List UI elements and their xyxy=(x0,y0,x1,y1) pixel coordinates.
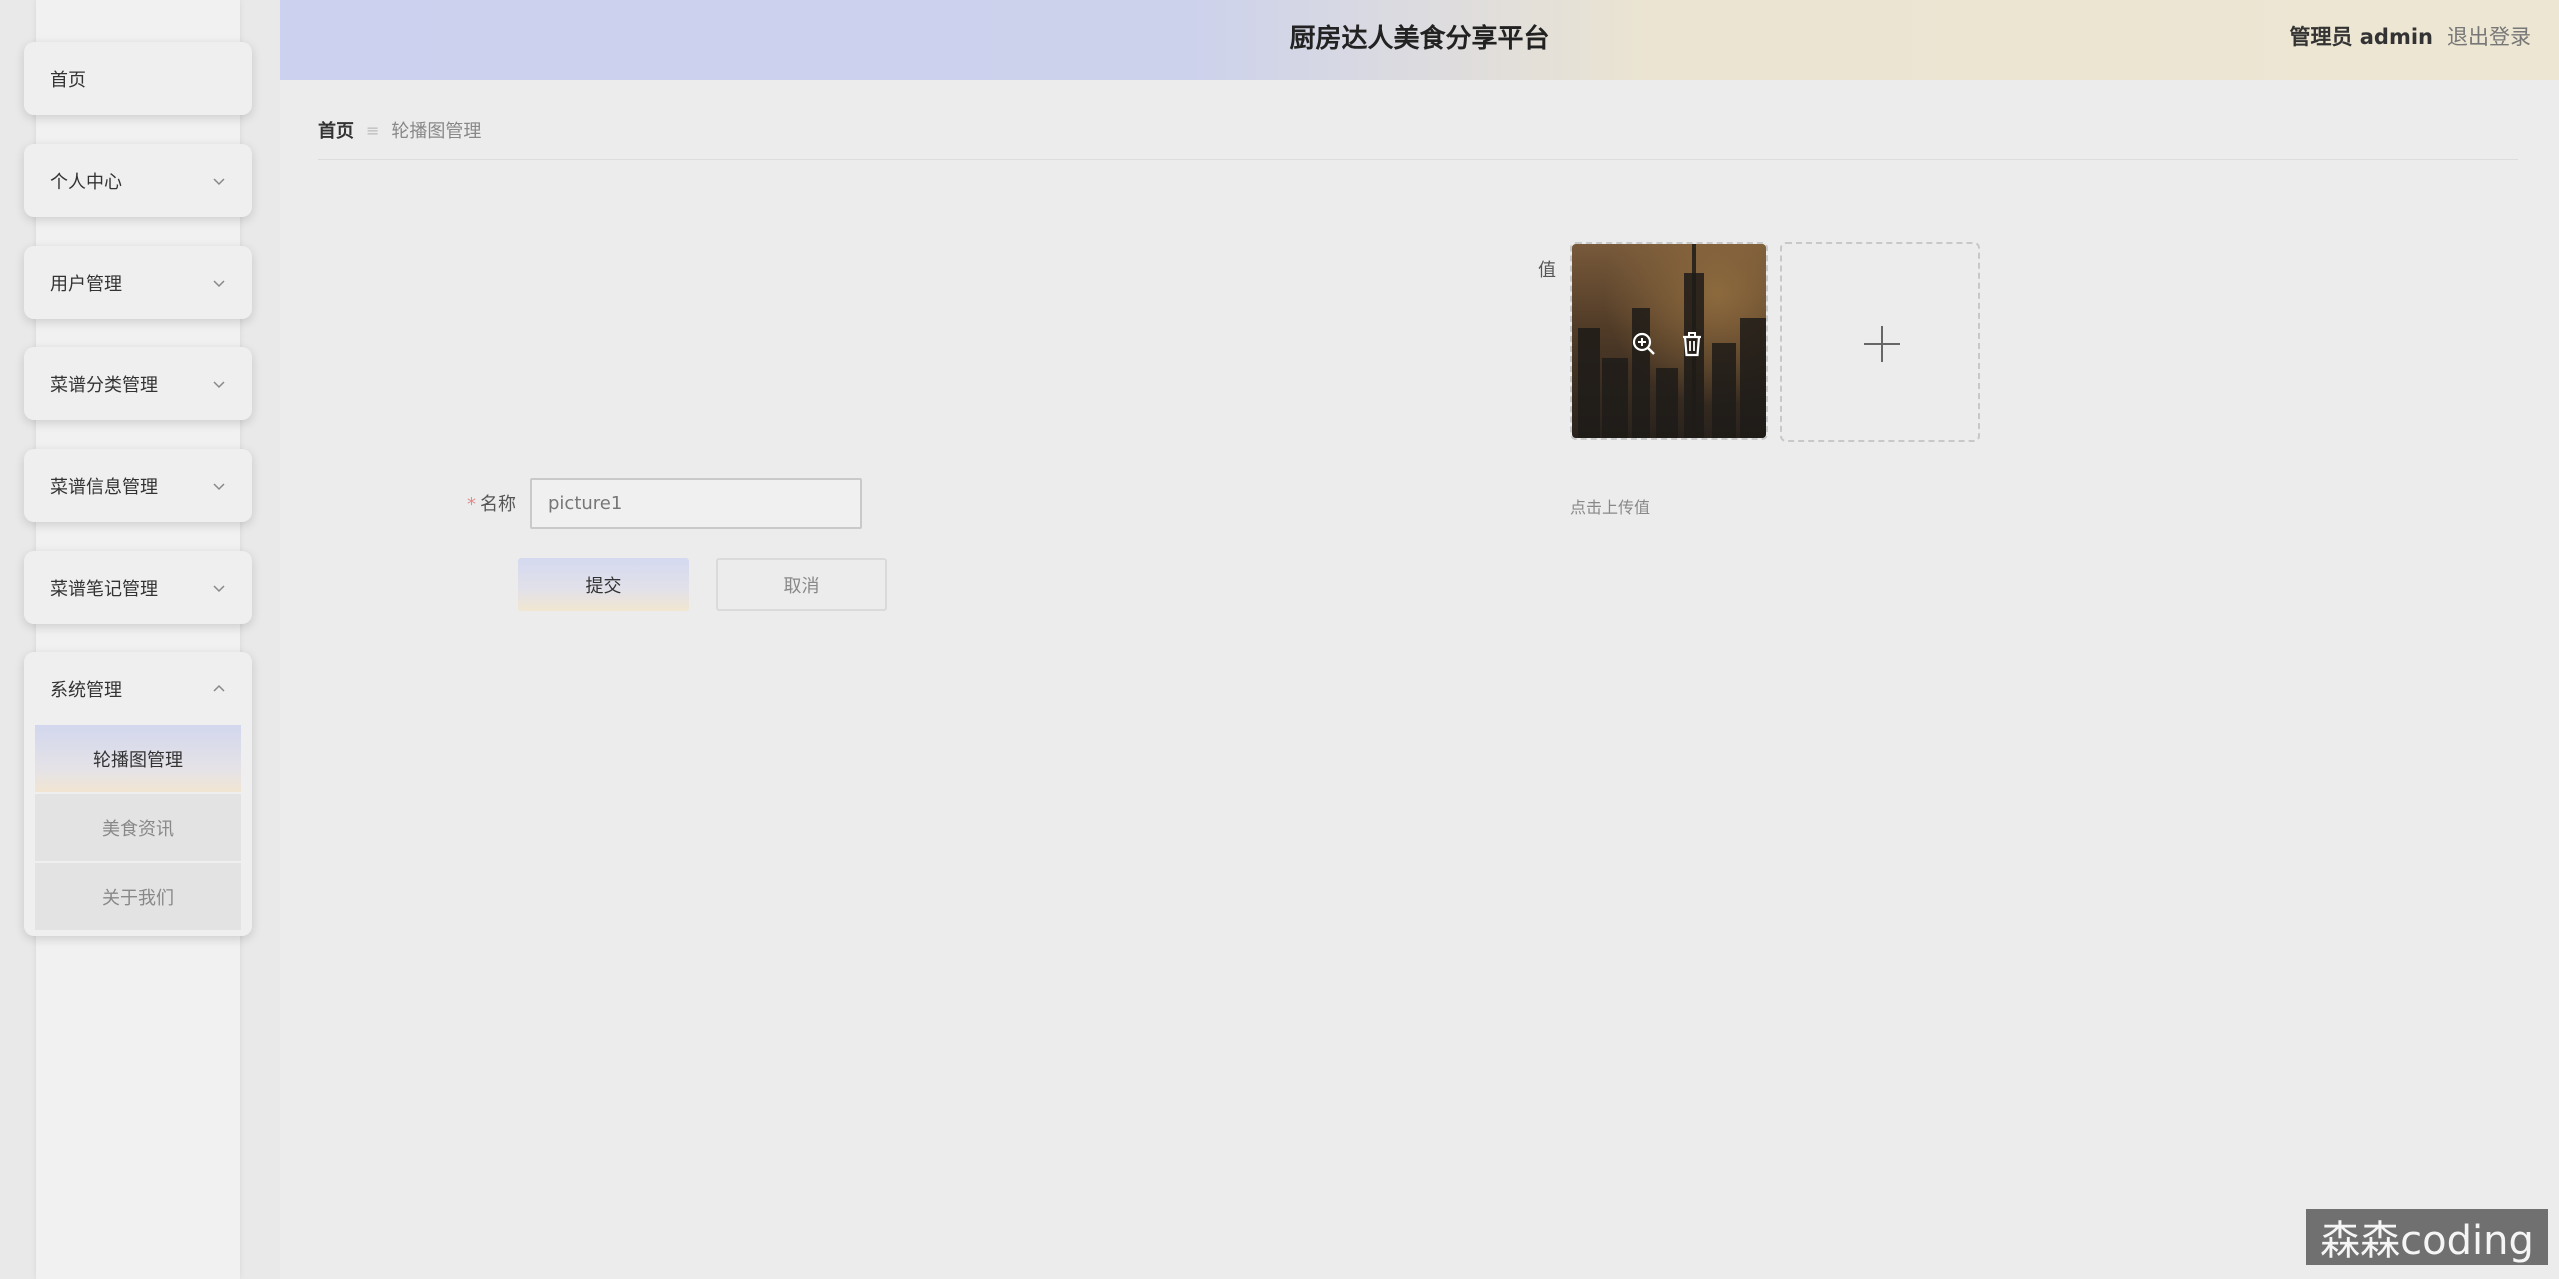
logout-link[interactable]: 退出登录 xyxy=(2447,21,2531,51)
value-field-label: 值 xyxy=(1538,260,1556,281)
top-header: 厨房达人美食分享平台 管理员 admin 退出登录 xyxy=(280,0,2559,80)
chevron-up-icon xyxy=(213,684,225,692)
name-input[interactable] xyxy=(530,478,862,529)
user-area: 管理员 admin 退出登录 xyxy=(2289,0,2531,72)
breadcrumb-home[interactable]: 首页 xyxy=(318,117,354,143)
sidebar-item-recipe-notes[interactable]: 菜谱笔记管理 xyxy=(24,551,252,624)
breadcrumb: 首页 ≡ 轮播图管理 xyxy=(318,116,481,144)
app-title: 厨房达人美食分享平台 xyxy=(1289,23,1550,54)
chevron-down-icon xyxy=(213,177,225,185)
sidebar-item-label: 菜谱分类管理 xyxy=(50,374,158,396)
sidebar-item-home[interactable]: 首页 xyxy=(24,42,252,115)
sidebar-item-personal-center[interactable]: 个人中心 xyxy=(24,144,252,217)
upload-hint: 点击上传值 xyxy=(1570,498,1651,517)
sidebar: 首页 个人中心 用户管理 菜谱分类管理 菜谱信息管理 菜谱笔记管理 系统管理 轮… xyxy=(0,0,280,1279)
thumbnail-hover-overlay xyxy=(1572,244,1766,438)
breadcrumb-current: 轮播图管理 xyxy=(391,121,482,142)
submenu-item-label: 美食资讯 xyxy=(102,818,174,840)
chevron-down-icon xyxy=(213,482,225,490)
sidebar-item-user-management[interactable]: 用户管理 xyxy=(24,246,252,319)
sidebar-item-label: 菜谱信息管理 xyxy=(50,476,158,498)
submit-button[interactable]: 提交 xyxy=(518,558,689,611)
chevron-down-icon xyxy=(213,380,225,388)
submenu-item-label: 关于我们 xyxy=(102,887,174,909)
watermark: 森森coding xyxy=(2306,1209,2548,1265)
sidebar-item-label: 个人中心 xyxy=(50,171,122,193)
sidebar-item-label: 系统管理 xyxy=(50,679,122,701)
upload-add-button[interactable] xyxy=(1780,242,1980,442)
sidebar-item-recipe-info[interactable]: 菜谱信息管理 xyxy=(24,449,252,522)
chevron-down-icon xyxy=(213,279,225,287)
submenu-item-label: 轮播图管理 xyxy=(93,749,183,771)
uploaded-image-thumbnail[interactable] xyxy=(1570,242,1768,440)
user-label: 管理员 admin xyxy=(2289,25,2433,49)
name-field-label: * 名称 xyxy=(440,490,516,516)
sidebar-item-label: 菜谱笔记管理 xyxy=(50,578,158,600)
plus-icon xyxy=(1864,326,1900,362)
submenu-item-about-us[interactable]: 关于我们 xyxy=(35,863,241,932)
sidebar-item-system-management[interactable]: 系统管理 xyxy=(24,652,252,725)
cancel-button[interactable]: 取消 xyxy=(716,558,887,611)
delete-icon[interactable] xyxy=(1678,330,1706,358)
sidebar-group-system: 系统管理 轮播图管理 美食资讯 关于我们 xyxy=(24,652,252,936)
zoom-in-icon[interactable] xyxy=(1630,330,1658,358)
sidebar-item-label: 首页 xyxy=(50,69,86,91)
submenu-item-food-news[interactable]: 美食资讯 xyxy=(35,794,241,863)
sidebar-item-label: 用户管理 xyxy=(50,273,122,295)
submenu-item-carousel[interactable]: 轮播图管理 xyxy=(35,725,241,794)
name-label-text: 名称 xyxy=(480,494,516,515)
chevron-down-icon xyxy=(213,584,225,592)
required-mark: * xyxy=(467,494,476,515)
submenu: 轮播图管理 美食资讯 关于我们 xyxy=(35,725,241,932)
sidebar-item-recipe-category[interactable]: 菜谱分类管理 xyxy=(24,347,252,420)
breadcrumb-separator-icon: ≡ xyxy=(366,120,380,140)
divider xyxy=(318,159,2518,160)
